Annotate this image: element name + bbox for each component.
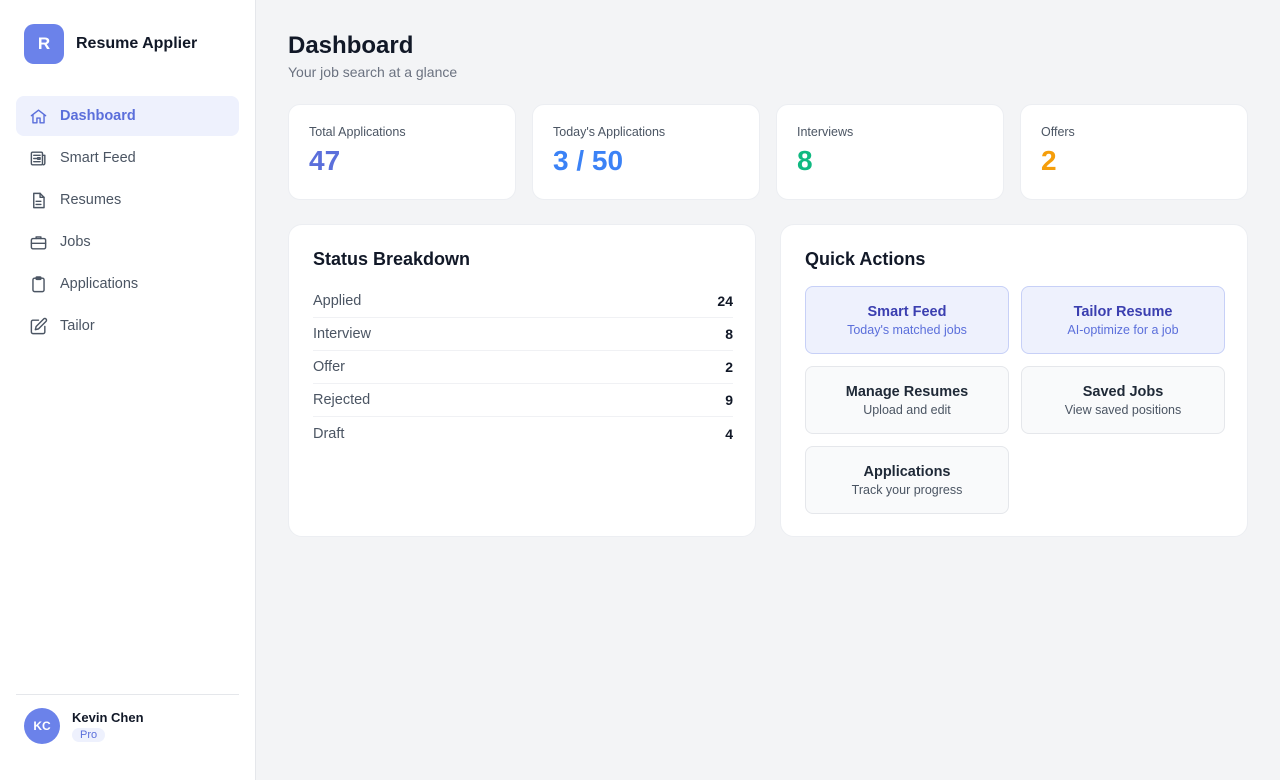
status-count: 8 <box>725 326 733 342</box>
panel-title: Quick Actions <box>805 249 926 269</box>
plan-badge: Pro <box>72 727 106 742</box>
action-title: Manage Resumes <box>845 383 969 400</box>
user-name: Kevin Chen <box>72 709 144 725</box>
status-row-draft: Draft 4 <box>313 417 733 450</box>
edit-icon <box>28 316 48 336</box>
stat-value: 8 <box>797 145 813 176</box>
sidebar-item-label: Resumes <box>60 192 122 208</box>
stat-label: Offers <box>1041 125 1075 139</box>
home-icon <box>28 106 48 126</box>
status-list: Applied 24 Interview 8 Offer 2 Rejected … <box>313 285 733 450</box>
action-desc: Upload and edit <box>863 402 951 417</box>
stat-label: Total Applications <box>309 125 406 139</box>
status-name: Interview <box>313 326 372 342</box>
brand[interactable]: R Resume Applier <box>24 24 197 64</box>
stat-value: 47 <box>309 145 341 176</box>
stat-value: 3 / 50 <box>553 145 624 176</box>
status-name: Applied <box>313 293 362 309</box>
sidebar-item-resumes[interactable]: Resumes <box>16 180 239 220</box>
stats-row: Total Applications 47 Today's Applicatio… <box>288 104 1248 200</box>
page-subtitle: Your job search at a glance <box>288 64 458 80</box>
sidebar-nav: Dashboard Smart Feed Resumes Jobs Applic… <box>16 96 239 348</box>
sidebar-item-label: Jobs <box>60 234 91 250</box>
applications-action-button[interactable]: Applications Track your progress <box>805 446 1009 514</box>
status-row-offer: Offer 2 <box>313 351 733 384</box>
status-breakdown-panel: Status Breakdown Applied 24 Interview 8 … <box>288 224 756 537</box>
sidebar-item-dashboard[interactable]: Dashboard <box>16 96 239 136</box>
smart-feed-action-button[interactable]: Smart Feed Today's matched jobs <box>805 286 1009 354</box>
brand-logo: R <box>24 24 64 64</box>
stat-card-todays-applications: Today's Applications 3 / 50 <box>532 104 760 200</box>
sidebar-item-applications[interactable]: Applications <box>16 264 239 304</box>
status-row-rejected: Rejected 9 <box>313 384 733 417</box>
sidebar-item-label: Smart Feed <box>60 150 136 166</box>
page-title: Dashboard <box>288 32 414 59</box>
status-count: 9 <box>725 392 733 408</box>
tailor-resume-action-button[interactable]: Tailor Resume AI-optimize for a job <box>1021 286 1225 354</box>
action-title: Saved Jobs <box>1082 383 1164 400</box>
user-info: Kevin Chen Pro <box>72 710 144 743</box>
manage-resumes-action-button[interactable]: Manage Resumes Upload and edit <box>805 366 1009 434</box>
stat-card-interviews: Interviews 8 <box>776 104 1004 200</box>
quick-actions-panel: Quick Actions Smart Feed Today's matched… <box>780 224 1248 537</box>
document-icon <box>28 190 48 210</box>
divider <box>16 694 239 695</box>
status-name: Rejected <box>313 392 371 408</box>
action-desc: AI-optimize for a job <box>1067 322 1179 337</box>
stat-label: Interviews <box>797 125 854 139</box>
stat-card-offers: Offers 2 <box>1020 104 1248 200</box>
sidebar-item-jobs[interactable]: Jobs <box>16 222 239 262</box>
sidebar-item-label: Applications <box>60 276 139 292</box>
sidebar-item-label: Dashboard <box>60 108 136 124</box>
newspaper-icon <box>28 148 48 168</box>
action-desc: View saved positions <box>1064 402 1182 417</box>
action-desc: Track your progress <box>851 482 963 497</box>
sidebar: R Resume Applier Dashboard Smart Feed Re… <box>0 0 256 780</box>
sidebar-item-smart-feed[interactable]: Smart Feed <box>16 138 239 178</box>
action-desc: Today's matched jobs <box>847 322 967 337</box>
status-name: Draft <box>313 425 345 442</box>
stat-card-total-applications: Total Applications 47 <box>288 104 516 200</box>
action-title: Applications <box>863 463 951 480</box>
clipboard-icon <box>28 274 48 294</box>
status-count: 24 <box>717 293 733 309</box>
panel-title: Status Breakdown <box>313 249 471 269</box>
status-row-applied: Applied 24 <box>313 285 733 318</box>
user-profile[interactable]: KC Kevin Chen Pro <box>24 708 144 744</box>
sidebar-item-label: Tailor <box>60 318 95 334</box>
action-title: Smart Feed <box>867 303 947 320</box>
avatar: KC <box>24 708 60 744</box>
status-count: 2 <box>725 359 733 375</box>
status-row-interview: Interview 8 <box>313 318 733 351</box>
sidebar-item-tailor[interactable]: Tailor <box>16 306 239 346</box>
stat-label: Today's Applications <box>553 125 666 139</box>
status-name: Offer <box>313 359 345 375</box>
stat-value: 2 <box>1041 145 1057 176</box>
action-title: Tailor Resume <box>1073 303 1173 320</box>
brand-name: Resume Applier <box>76 35 198 52</box>
briefcase-icon <box>28 232 48 252</box>
saved-jobs-action-button[interactable]: Saved Jobs View saved positions <box>1021 366 1225 434</box>
status-count: 4 <box>725 425 733 442</box>
